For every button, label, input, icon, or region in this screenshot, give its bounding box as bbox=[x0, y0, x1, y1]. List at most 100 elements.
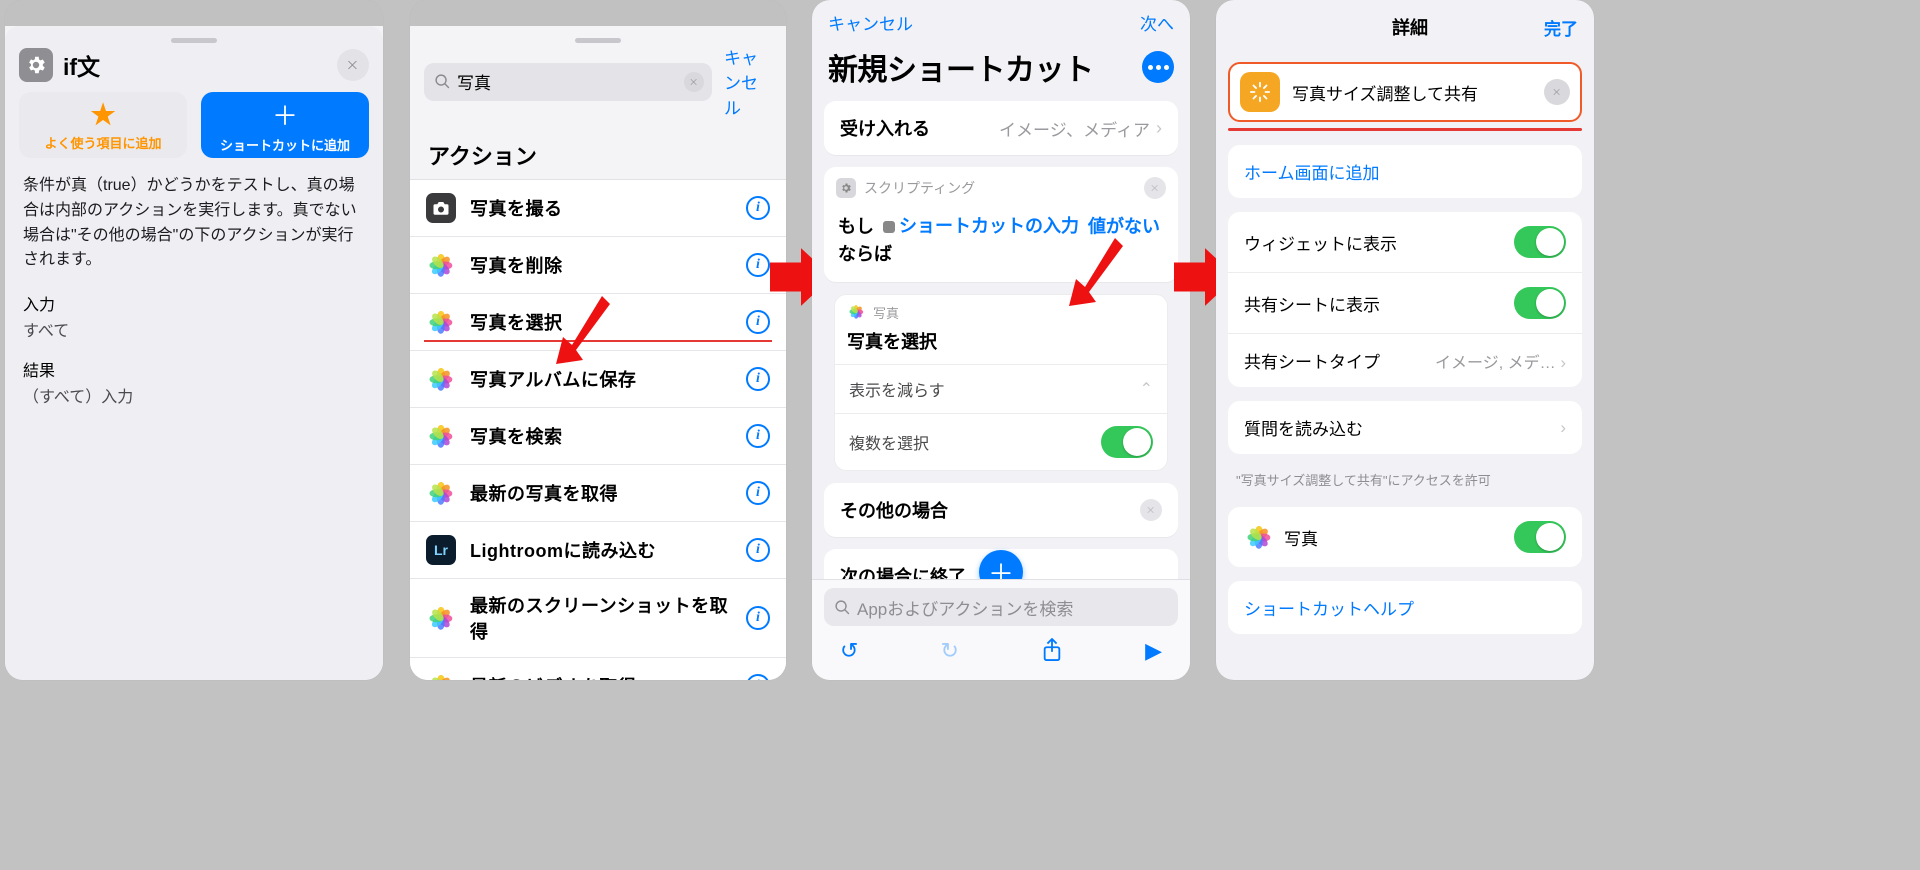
select-photos-card[interactable]: 写真 写真を選択 表示を減らす ⌃ 複数を選択 bbox=[834, 294, 1168, 471]
info-icon[interactable]: i bbox=[746, 310, 770, 334]
import-questions-row[interactable]: 質問を読み込む › bbox=[1228, 401, 1582, 454]
card-title: 写真を選択 bbox=[835, 322, 1167, 364]
info-icon[interactable]: i bbox=[746, 606, 770, 630]
close-icon[interactable] bbox=[337, 49, 369, 81]
share-sheet-switch[interactable] bbox=[1514, 287, 1566, 319]
magic-var-icon bbox=[883, 221, 895, 233]
info-icon[interactable]: i bbox=[746, 538, 770, 562]
accept-card[interactable]: 受け入れる イメージ、メディア › bbox=[824, 101, 1178, 155]
page-title: 新規ショートカット bbox=[828, 45, 1134, 89]
add-favorite-label: よく使う項目に追加 bbox=[44, 133, 161, 152]
share-button[interactable] bbox=[1041, 638, 1063, 668]
search-input[interactable] bbox=[457, 72, 678, 92]
help-card: ショートカットヘルプ bbox=[1228, 581, 1582, 634]
show-less-row[interactable]: 表示を減らす ⌃ bbox=[835, 364, 1167, 413]
panel-if-detail: if文 ★ よく使う項目に追加 ＋ ショートカットに追加 条件が真（true）か… bbox=[5, 0, 383, 680]
privacy-card: 写真 bbox=[1228, 507, 1582, 567]
photos-access-row[interactable]: 写真 bbox=[1228, 507, 1582, 567]
shortcut-help-button[interactable]: ショートカットヘルプ bbox=[1228, 581, 1582, 634]
action-description: 条件が真（true）かどうかをテストし、真の場合は内部のアクションを実行します。… bbox=[5, 172, 383, 275]
next-button[interactable]: 次へ bbox=[1140, 10, 1174, 35]
backdrop bbox=[410, 0, 786, 26]
action-label: 写真を撮る bbox=[470, 195, 732, 221]
multi-select-switch[interactable] bbox=[1101, 426, 1153, 458]
info-icon[interactable]: i bbox=[746, 367, 770, 391]
accept-label: 受け入れる bbox=[840, 115, 930, 141]
more-icon[interactable] bbox=[1142, 51, 1174, 83]
star-icon: ★ bbox=[90, 98, 115, 131]
add-favorite-button[interactable]: ★ よく使う項目に追加 bbox=[19, 92, 187, 158]
action-row[interactable]: 最新のスクリーンショットを取得 i bbox=[410, 579, 786, 658]
action-label: 最新のビデオを取得 bbox=[470, 673, 732, 680]
action-label: 写真アルバムに保存 bbox=[470, 366, 732, 392]
input-value: すべて bbox=[5, 315, 383, 341]
card-app-label: 写真 bbox=[873, 303, 899, 322]
delete-action-icon[interactable] bbox=[1144, 177, 1166, 199]
result-label: 結果 bbox=[5, 341, 383, 381]
search-box[interactable] bbox=[424, 63, 712, 101]
else-card[interactable]: その他の場合 bbox=[824, 483, 1178, 537]
highlight-underline bbox=[1228, 128, 1582, 131]
shortcut-name-card[interactable]: 写真サイズ調整して共有 bbox=[1228, 62, 1582, 122]
show-in-share-sheet-row[interactable]: 共有シートに表示 bbox=[1228, 272, 1582, 333]
chevron-right-icon: › bbox=[1156, 118, 1162, 139]
action-label: 最新のスクリーンショットを取得 bbox=[470, 592, 732, 644]
shortcut-icon[interactable] bbox=[1240, 72, 1280, 112]
run-button[interactable]: ▶ bbox=[1145, 638, 1162, 668]
bottom-bar: Appおよびアクションを検索 ↺ ↻ ▶ bbox=[812, 579, 1190, 680]
action-label: 写真を検索 bbox=[470, 423, 732, 449]
search-icon bbox=[434, 73, 451, 90]
done-button[interactable]: 完了 bbox=[1544, 15, 1578, 40]
panel-details: 詳細 完了 写真サイズ調整して共有 ホーム画面に追加 ウィジェットに表示 共有シ… bbox=[1216, 0, 1594, 680]
add-to-home-button[interactable]: ホーム画面に追加 bbox=[1228, 145, 1582, 198]
cancel-button[interactable]: キャンセル bbox=[724, 44, 772, 119]
add-to-shortcut-button[interactable]: ＋ ショートカットに追加 bbox=[201, 92, 369, 158]
action-row[interactable]: 写真を検索 i bbox=[410, 408, 786, 465]
multi-select-row[interactable]: 複数を選択 bbox=[835, 413, 1167, 470]
redo-button[interactable]: ↻ bbox=[941, 638, 959, 668]
privacy-caption: "写真サイズ調整して共有"にアクセスを許可 bbox=[1216, 454, 1594, 493]
info-icon[interactable]: i bbox=[746, 674, 770, 680]
result-value: （すべて）入力 bbox=[5, 381, 383, 407]
action-row[interactable]: 最新のビデオを取得 i bbox=[410, 658, 786, 680]
action-row[interactable]: 写真を削除 i bbox=[410, 237, 786, 294]
action-row[interactable]: 写真を撮る i bbox=[410, 180, 786, 237]
info-icon[interactable]: i bbox=[746, 253, 770, 277]
action-row[interactable]: 最新の写真を取得 i bbox=[410, 465, 786, 522]
share-sheet-type-row[interactable]: 共有シートタイプ イメージ, メデ… › bbox=[1228, 333, 1582, 387]
shortcut-name[interactable]: 写真サイズ調整して共有 bbox=[1292, 80, 1532, 105]
action-label: 写真を削除 bbox=[470, 252, 732, 278]
accept-value: イメージ、メディア bbox=[999, 116, 1150, 141]
show-in-widget-row[interactable]: ウィジェットに表示 bbox=[1228, 212, 1582, 272]
undo-button[interactable]: ↺ bbox=[840, 638, 858, 668]
display-options-card: ウィジェットに表示 共有シートに表示 共有シートタイプ イメージ, メデ… › bbox=[1228, 212, 1582, 387]
clear-name-icon[interactable] bbox=[1544, 79, 1570, 105]
sheet-grabber[interactable] bbox=[171, 38, 217, 43]
info-icon[interactable]: i bbox=[746, 424, 770, 448]
info-icon[interactable]: i bbox=[746, 196, 770, 220]
add-to-shortcut-label: ショートカットに追加 bbox=[220, 135, 350, 154]
add-home-card: ホーム画面に追加 bbox=[1228, 145, 1582, 198]
gear-icon bbox=[19, 48, 53, 82]
panel-shortcut-editor: キャンセル 次へ 新規ショートカット 受け入れる イメージ、メディア › スクリ… bbox=[812, 0, 1190, 680]
tutorial-pointer-icon bbox=[1069, 236, 1125, 306]
backdrop bbox=[5, 0, 383, 26]
cancel-button[interactable]: キャンセル bbox=[828, 10, 913, 35]
delete-action-icon[interactable] bbox=[1140, 499, 1162, 521]
page-title: 詳細 bbox=[1276, 14, 1544, 40]
action-row[interactable]: LrLightroomに読み込むi bbox=[410, 522, 786, 579]
plus-icon: ＋ bbox=[272, 96, 298, 133]
clear-search-icon[interactable] bbox=[684, 72, 704, 92]
photos-access-switch[interactable] bbox=[1514, 521, 1566, 553]
search-icon bbox=[834, 599, 851, 616]
action-label: Lightroomに読み込む bbox=[470, 537, 732, 563]
input-label: 入力 bbox=[5, 275, 383, 315]
info-icon[interactable]: i bbox=[746, 481, 770, 505]
tutorial-pointer-icon bbox=[556, 296, 612, 366]
card-header: スクリプティング bbox=[864, 178, 975, 198]
sheet-grabber[interactable] bbox=[575, 38, 621, 43]
action-search[interactable]: Appおよびアクションを検索 bbox=[824, 588, 1178, 626]
widget-switch[interactable] bbox=[1514, 226, 1566, 258]
action-label: 最新の写真を取得 bbox=[470, 480, 732, 506]
gear-icon bbox=[836, 178, 856, 198]
